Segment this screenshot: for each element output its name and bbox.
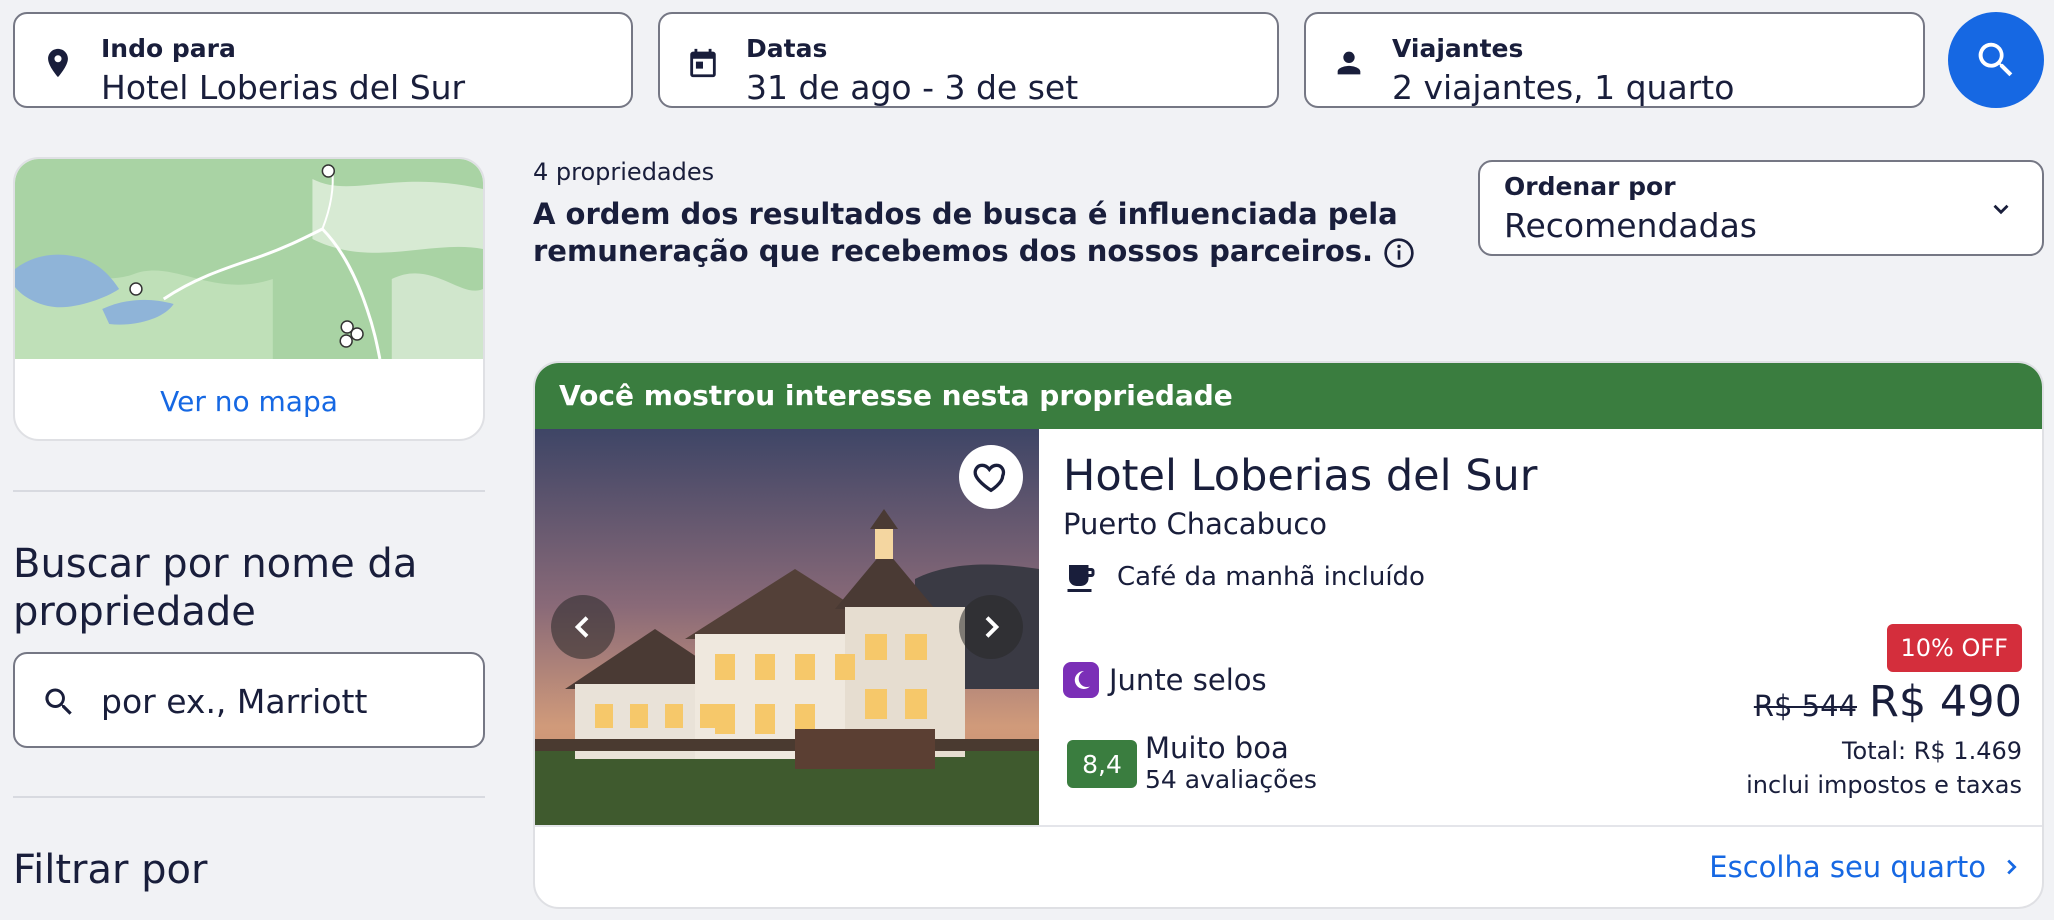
current-price: R$ 490	[1869, 677, 2022, 727]
original-price: R$ 544	[1753, 689, 1858, 723]
previous-photo-button[interactable]	[551, 595, 615, 659]
heart-icon	[973, 463, 1006, 493]
dates-field[interactable]: Datas 31 de ago - 3 de set	[658, 12, 1279, 108]
amenity-label: Café da manhã incluído	[1117, 562, 1425, 592]
view-map-link[interactable]: Ver no mapa	[15, 385, 483, 418]
price-block: R$ 544 R$ 490	[1754, 677, 2022, 727]
chevron-right-icon	[985, 616, 1000, 638]
travelers-value: 2 viajantes, 1 quarto	[1392, 68, 1735, 107]
moon-icon	[1063, 662, 1099, 698]
taxes-note: inclui impostos e taxas	[1746, 771, 2022, 799]
discount-badge: 10% OFF	[1886, 624, 2022, 672]
chevron-left-icon	[574, 616, 589, 638]
search-icon	[45, 688, 72, 715]
next-photo-button[interactable]	[959, 595, 1023, 659]
map-card[interactable]: Ver no mapa	[13, 157, 485, 441]
review-count: 54 avaliações	[1145, 765, 1317, 794]
choose-room-label: Escolha seu quarto	[1709, 850, 1986, 884]
ranking-notice-text: A ordem dos resultados de busca é influe…	[533, 197, 1398, 268]
review-score-badge: 8,4	[1067, 740, 1137, 788]
location-pin-icon	[48, 48, 68, 78]
stamps-info: Junte selos	[1063, 662, 1267, 698]
destination-label: Indo para	[101, 34, 236, 63]
travelers-field[interactable]: Viajantes 2 viajantes, 1 quarto	[1304, 12, 1925, 108]
property-card[interactable]: Você mostrou interesse nesta propriedade	[533, 361, 2044, 909]
stamps-label: Junte selos	[1109, 663, 1267, 697]
favorite-button[interactable]	[959, 445, 1023, 509]
property-location: Puerto Chacabuco	[1063, 507, 1328, 541]
chevron-right-icon	[2007, 859, 2017, 875]
property-name-input[interactable]	[101, 676, 461, 726]
sidebar-divider	[13, 796, 485, 798]
destination-value: Hotel Loberias del Sur	[101, 68, 466, 107]
sidebar-divider	[13, 490, 485, 492]
results-count: 4 propriedades	[533, 158, 715, 186]
property-name[interactable]: Hotel Loberias del Sur	[1063, 451, 1537, 501]
coffee-cup-icon	[1067, 565, 1095, 592]
sort-value: Recomendadas	[1504, 206, 1757, 245]
total-price: Total: R$ 1.469	[1841, 737, 2022, 765]
person-icon	[1337, 51, 1361, 75]
property-photo[interactable]	[535, 429, 1039, 825]
calendar-icon	[690, 48, 716, 78]
search-icon	[1978, 42, 2013, 77]
sort-dropdown[interactable]: Ordenar por Recomendadas	[1478, 160, 2044, 256]
map-thumbnail	[15, 159, 483, 359]
dates-value: 31 de ago - 3 de set	[746, 68, 1079, 107]
dates-label: Datas	[746, 34, 828, 63]
name-search-heading: Buscar por nome da propriedade	[13, 541, 418, 635]
amenity-breakfast: Café da manhã incluído	[1063, 559, 1425, 595]
sort-label: Ordenar por	[1504, 172, 1676, 201]
info-icon[interactable]	[1383, 237, 1415, 269]
ranking-notice: A ordem dos resultados de busca é influe…	[533, 196, 1463, 270]
interest-banner: Você mostrou interesse nesta propriedade	[535, 363, 2042, 429]
review-score-label: Muito boa	[1145, 731, 1289, 765]
card-divider	[535, 825, 2042, 827]
chevron-down-icon	[1993, 204, 2009, 215]
search-button[interactable]	[1948, 12, 2044, 108]
property-name-search[interactable]	[13, 652, 485, 748]
travelers-label: Viajantes	[1392, 34, 1524, 63]
choose-room-link[interactable]: Escolha seu quarto	[1709, 850, 2022, 884]
filter-heading: Filtrar por	[13, 847, 208, 893]
destination-field[interactable]: Indo para Hotel Loberias del Sur	[13, 12, 633, 108]
